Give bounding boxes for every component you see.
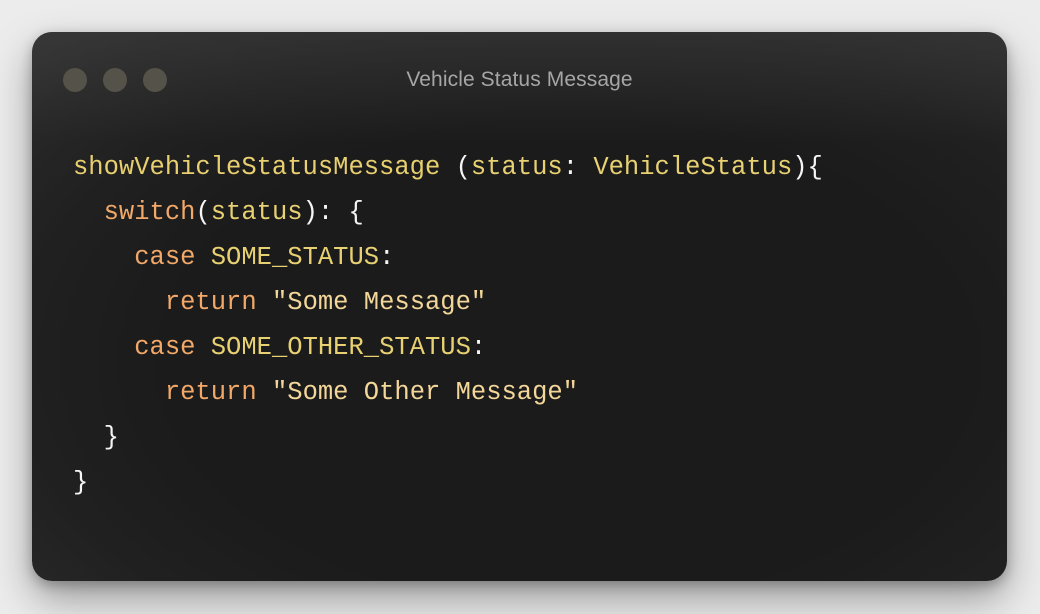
code-line: } (73, 460, 823, 505)
keyword-token: switch (103, 198, 196, 227)
code-block: showVehicleStatusMessage (status: Vehicl… (73, 145, 823, 505)
punctuation-token: : (470, 333, 487, 362)
keyword-token: return (164, 288, 257, 317)
code-line: case SOME_OTHER_STATUS: (73, 325, 823, 370)
identifier-token: SOME_OTHER_STATUS (210, 333, 471, 362)
punctuation-token: } (103, 423, 119, 452)
code-line: } (73, 415, 823, 460)
punctuation-token: : (562, 153, 594, 182)
punctuation-token: ( (195, 198, 211, 227)
punctuation-token: ( (440, 153, 471, 182)
code-line: showVehicleStatusMessage (status: Vehicl… (73, 145, 823, 190)
keyword-token: case (134, 333, 196, 362)
string-token: "Some Message" (271, 288, 487, 317)
code-window: Vehicle Status Message showVehicleStatus… (32, 32, 1007, 581)
window-title: Vehicle Status Message (406, 68, 633, 91)
identifier-token: status (210, 198, 303, 227)
punctuation-token (195, 243, 210, 272)
punctuation-token: : (379, 243, 395, 272)
punctuation-token: } (73, 468, 89, 497)
identifier-token: VehicleStatus (593, 153, 793, 182)
code-line: case SOME_STATUS: (73, 235, 823, 280)
identifier-token: SOME_STATUS (210, 243, 380, 272)
title-bar: Vehicle Status Message (32, 32, 1007, 128)
punctuation-token (195, 333, 210, 362)
code-line: switch(status): { (73, 190, 823, 235)
code-line: return "Some Message" (73, 280, 823, 325)
punctuation-token: ){ (792, 153, 823, 182)
punctuation-token (257, 288, 272, 317)
identifier-token: status (470, 153, 563, 182)
keyword-token: return (164, 378, 257, 407)
string-token: "Some Other Message" (271, 378, 579, 407)
code-line: return "Some Other Message" (73, 370, 823, 415)
punctuation-token (257, 378, 272, 407)
function-name-token: showVehicleStatusMessage (73, 153, 441, 182)
keyword-token: case (134, 243, 196, 272)
punctuation-token: ): { (302, 198, 364, 227)
